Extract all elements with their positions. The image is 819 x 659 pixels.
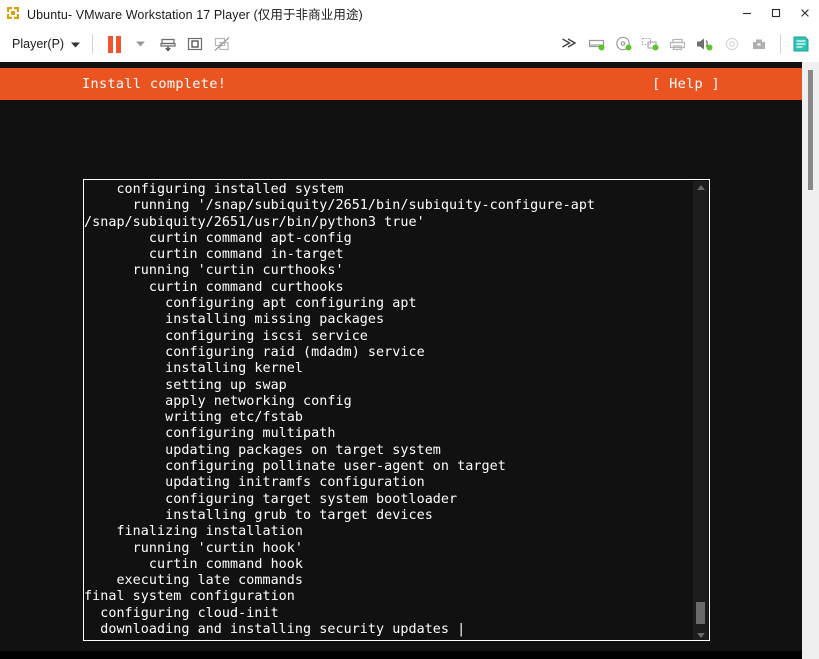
note-icon[interactable] <box>789 32 813 56</box>
log-line: installing missing packages <box>84 312 385 328</box>
guest-screen-bottom-strip <box>0 651 802 659</box>
log-line: running 'curtin hook' <box>84 540 304 556</box>
log-line: downloading and installing security upda… <box>84 622 466 638</box>
speaker-icon[interactable] <box>691 31 718 57</box>
vm-view-vertical-scrollbar[interactable] <box>802 62 819 659</box>
log-line: apply networking config <box>84 393 352 409</box>
log-line: running 'curtin curthooks' <box>84 263 344 279</box>
window-controls <box>732 0 819 26</box>
scroll-down-arrow-icon[interactable] <box>697 633 705 638</box>
log-line: configuring multipath <box>84 426 336 442</box>
suspend-guest-icon[interactable] <box>154 31 181 57</box>
log-line: curtin command hook <box>84 556 304 572</box>
harddisk-icon[interactable] <box>583 31 610 57</box>
pause-dropdown-button[interactable] <box>127 31 154 57</box>
log-line: running '/snap/subiquity/2651/bin/subiqu… <box>84 198 596 214</box>
close-button[interactable] <box>790 0 819 26</box>
install-log-scrollbar[interactable] <box>693 181 708 640</box>
help-button[interactable]: [ Help ] <box>652 76 720 92</box>
log-line: updating packages on target system <box>84 442 441 458</box>
log-line: curtin command in-target <box>84 247 344 263</box>
log-line: setting up swap <box>84 377 287 393</box>
vm-display-area[interactable]: Install complete! [ Help ] configuring i… <box>0 62 819 659</box>
vm-view-scrollbar-thumb[interactable] <box>808 70 813 190</box>
log-line: curtin command apt-config <box>84 230 352 246</box>
network-icon[interactable] <box>556 31 583 57</box>
log-line: final system configuration <box>84 589 295 605</box>
log-line: updating initramfs configuration <box>84 475 425 491</box>
toolbar-right-group <box>556 31 819 57</box>
installer-title: Install complete! <box>82 76 227 92</box>
toolbar-divider <box>92 34 94 54</box>
log-line: configuring pollinate user-agent on targ… <box>84 459 506 475</box>
floppy-disc-icon[interactable] <box>718 31 745 57</box>
scroll-up-arrow-icon[interactable] <box>697 185 705 190</box>
minimize-button[interactable] <box>732 0 761 26</box>
log-line: configuring installed system <box>84 182 344 197</box>
player-menu-label: Player(P) <box>12 37 65 51</box>
log-line: configuring raid (mdadm) service <box>84 344 425 360</box>
player-menu-button[interactable]: Player(P) <box>8 32 84 56</box>
log-line: configuring apt configuring apt <box>84 296 417 312</box>
install-log-panel[interactable]: configuring installed system running '/s… <box>83 179 710 641</box>
toolbar: Player(P) <box>0 26 819 63</box>
log-line: installing kernel <box>84 361 304 377</box>
log-line: configuring iscsi service <box>84 328 368 344</box>
log-line: executing late commands <box>84 573 304 589</box>
titlebar: Ubuntu- VMware Workstation 17 Player (仅用… <box>0 0 819 27</box>
toolbar-divider-right <box>780 34 781 54</box>
log-line: configuring target system bootloader <box>84 491 458 507</box>
chevron-down-icon <box>71 37 81 51</box>
printer-icon[interactable] <box>664 31 691 57</box>
installer-header: Install complete! [ Help ] <box>0 68 802 100</box>
fullscreen-icon[interactable] <box>181 31 208 57</box>
log-line: configuring cloud-init <box>84 605 279 621</box>
log-line: installing grub to target devices <box>84 507 433 523</box>
pause-button[interactable] <box>101 31 127 57</box>
log-line: curtin command curthooks <box>84 279 344 295</box>
vmware-player-window: Ubuntu- VMware Workstation 17 Player (仅用… <box>0 0 819 659</box>
log-line: /snap/subiquity/2651/usr/bin/python3 tru… <box>84 214 425 230</box>
scrollbar-thumb[interactable] <box>696 602 705 624</box>
unity-mode-icon[interactable] <box>208 31 235 57</box>
install-log-lines: configuring installed system running '/s… <box>84 182 684 638</box>
cd-dvd-icon[interactable] <box>610 31 637 57</box>
maximize-button[interactable] <box>761 0 790 26</box>
shared-folders-icon[interactable] <box>637 31 664 57</box>
window-title: Ubuntu- VMware Workstation 17 Player (仅用… <box>27 7 363 22</box>
usb-icon[interactable] <box>745 31 772 57</box>
log-line: writing etc/fstab <box>84 410 304 426</box>
guest-screen[interactable]: Install complete! [ Help ] configuring i… <box>0 62 802 659</box>
vmware-logo-icon <box>5 5 21 21</box>
log-line: finalizing installation <box>84 524 304 540</box>
